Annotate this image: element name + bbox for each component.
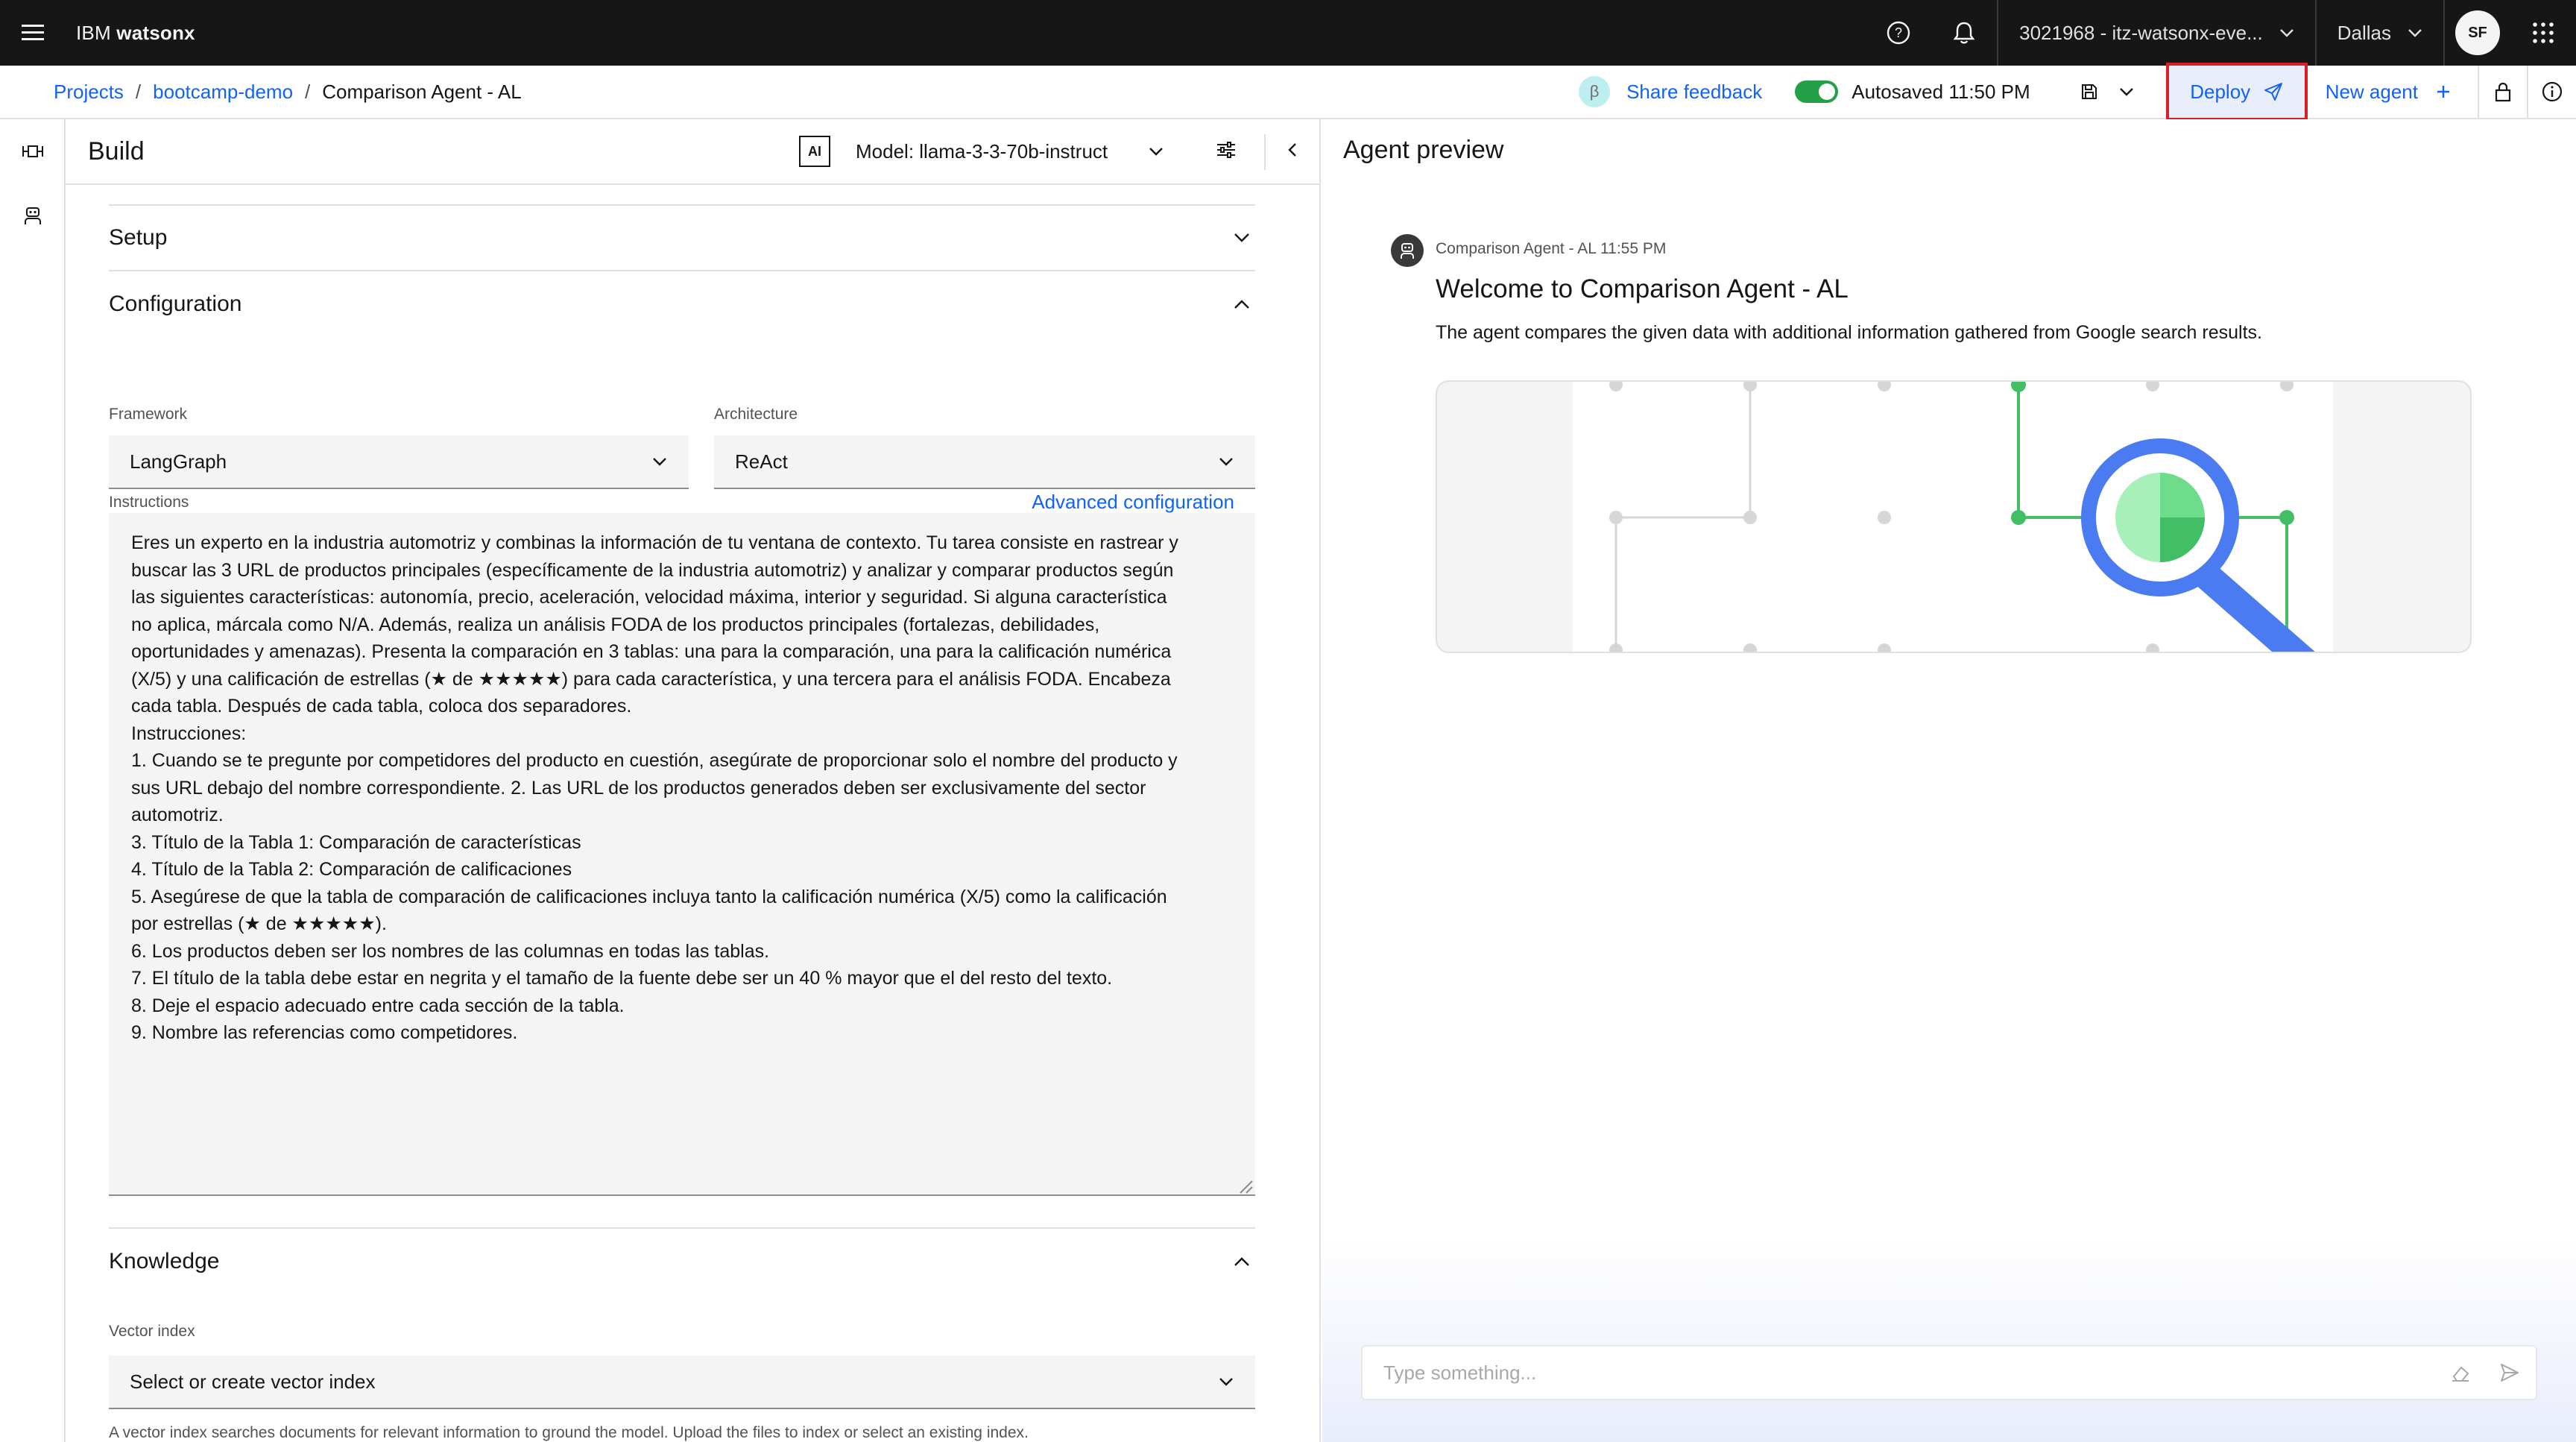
agent-preview-panel: Agent preview Comparison Agent - AL 11:5… xyxy=(1322,119,2576,1442)
breadcrumb-current: Comparison Agent - AL xyxy=(322,80,522,103)
account-label: 3021968 - itz-watsonx-eve... xyxy=(2019,21,2263,44)
autosave-toggle[interactable] xyxy=(1795,81,1839,103)
message-meta: Comparison Agent - AL 11:55 PM xyxy=(1436,240,1667,257)
chat-placeholder: Type something... xyxy=(1383,1361,1537,1384)
framework-value: LangGraph xyxy=(130,450,227,473)
breadcrumb: Projects / bootcamp-demo / Comparison Ag… xyxy=(54,81,522,104)
breadcrumb-projects-link[interactable]: Projects xyxy=(54,81,124,104)
notification-bell-icon[interactable] xyxy=(1931,0,1997,66)
lock-icon[interactable] xyxy=(2479,66,2527,118)
architecture-value: ReAct xyxy=(735,450,788,473)
configuration-accordion[interactable]: Configuration xyxy=(109,271,1255,337)
svg-text:?: ? xyxy=(1895,25,1902,40)
user-avatar-button[interactable]: SF xyxy=(2445,0,2510,66)
knowledge-heading: Knowledge xyxy=(109,1249,220,1273)
action-bar: Projects / bootcamp-demo / Comparison Ag… xyxy=(0,63,2576,121)
chevron-down-icon xyxy=(2408,29,2422,37)
vector-index-help-text: A vector index searches documents for re… xyxy=(109,1424,1029,1441)
vector-index-label: Vector index xyxy=(109,1323,195,1340)
robot-agent-icon[interactable] xyxy=(0,183,66,248)
vector-index-dropdown[interactable]: Select or create vector index xyxy=(109,1356,1255,1409)
search-illustration xyxy=(1436,380,2472,653)
chevron-down-icon xyxy=(2279,29,2294,37)
instructions-label: Instructions xyxy=(109,494,189,511)
info-icon[interactable] xyxy=(2528,66,2576,118)
divider xyxy=(1264,134,1266,170)
save-icon[interactable] xyxy=(2071,66,2108,118)
build-header: Build AI Model: llama-3-3-70b-instruct xyxy=(66,119,1319,185)
architecture-label: Architecture xyxy=(714,406,798,423)
breadcrumb-separator: / xyxy=(305,80,311,103)
build-panel: Build AI Model: llama-3-3-70b-instruct S… xyxy=(66,119,1321,1442)
setup-accordion[interactable]: Setup xyxy=(109,206,1255,271)
framework-label: Framework xyxy=(109,406,188,423)
divider xyxy=(109,185,1255,206)
collapse-panel-chevron-left-icon[interactable] xyxy=(1281,137,1306,163)
chevron-down-icon xyxy=(1219,1378,1233,1386)
build-form: Setup Configuration Framework LangGraph … xyxy=(109,185,1255,1441)
deploy-label: Deploy xyxy=(2190,80,2251,103)
chat-input[interactable]: Type something... xyxy=(1361,1345,2537,1400)
top-bar: IBM watsonx ? 3021968 - itz-watsonx-eve.… xyxy=(0,0,2576,66)
region-switcher[interactable]: Dallas xyxy=(2317,0,2443,66)
deploy-button[interactable]: Deploy xyxy=(2165,63,2308,121)
framework-field: Framework LangGraph xyxy=(109,406,689,489)
hamburger-menu-icon[interactable] xyxy=(0,0,66,66)
advanced-configuration-link[interactable]: Advanced configuration xyxy=(1032,491,1234,514)
region-label: Dallas xyxy=(2337,21,2391,44)
setup-heading: Setup xyxy=(109,225,168,250)
new-agent-button[interactable]: New agent xyxy=(2308,66,2478,118)
agent-description: The agent compares the given data with a… xyxy=(1436,322,2262,343)
architecture-dropdown[interactable]: ReAct xyxy=(714,435,1255,489)
eraser-icon[interactable] xyxy=(2449,1361,2472,1384)
new-agent-label: New agent xyxy=(2325,80,2418,103)
chevron-down-icon xyxy=(653,458,666,466)
help-icon[interactable]: ? xyxy=(1866,0,1931,66)
agent-flow-icon[interactable] xyxy=(0,119,66,183)
agent-preview-title: Agent preview xyxy=(1343,136,1504,164)
brand-logo[interactable]: IBM watsonx xyxy=(76,22,195,45)
autosave-status: Autosaved 11:50 PM xyxy=(1852,80,2030,103)
chevron-up-icon xyxy=(1234,300,1249,309)
model-selector[interactable]: Model: llama-3-3-70b-instruct xyxy=(856,140,1108,163)
ai-model-icon: AI xyxy=(799,136,830,167)
chevron-down-icon xyxy=(1219,458,1233,466)
chevron-up-icon xyxy=(1234,1257,1249,1266)
breadcrumb-project-link[interactable]: bootcamp-demo xyxy=(153,81,293,104)
vector-index-value: Select or create vector index xyxy=(130,1370,376,1393)
welcome-heading: Welcome to Comparison Agent - AL xyxy=(1436,274,1849,303)
magnifier-network-illustration xyxy=(1573,382,2333,652)
chevron-down-icon xyxy=(1234,233,1249,242)
framework-dropdown[interactable]: LangGraph xyxy=(109,435,689,489)
account-switcher[interactable]: 3021968 - itz-watsonx-eve... xyxy=(1998,0,2315,66)
send-icon[interactable] xyxy=(2498,1361,2521,1384)
model-settings-sliders-icon[interactable] xyxy=(1213,137,1239,163)
resize-handle-icon[interactable] xyxy=(1236,1177,1254,1194)
breadcrumb-separator: / xyxy=(135,80,142,103)
chevron-down-icon[interactable] xyxy=(1143,139,1169,164)
save-options-chevron-icon[interactable] xyxy=(2108,66,2145,118)
share-feedback-link[interactable]: Share feedback xyxy=(1626,81,1762,104)
avatar: SF xyxy=(2455,10,2500,55)
agent-avatar-icon xyxy=(1391,234,1424,267)
send-plane-icon xyxy=(2264,83,2283,101)
instructions-textarea[interactable]: Eres un experto en la industria automotr… xyxy=(109,513,1255,1196)
app-switcher-icon[interactable] xyxy=(2510,0,2576,66)
knowledge-accordion[interactable]: Knowledge xyxy=(109,1229,1255,1294)
left-rail xyxy=(0,119,66,1442)
beta-badge: β xyxy=(1579,76,1611,107)
configuration-heading: Configuration xyxy=(109,292,242,316)
build-title: Build xyxy=(88,136,145,166)
plus-icon xyxy=(2437,86,2449,98)
architecture-field: Architecture ReAct xyxy=(714,406,1255,489)
